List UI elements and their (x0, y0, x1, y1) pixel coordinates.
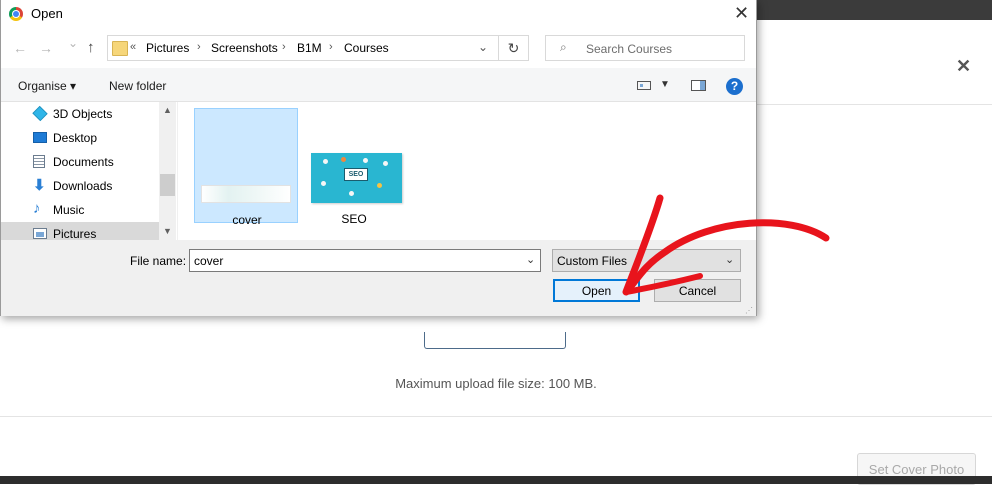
breadcrumb-b1m[interactable]: B1M (297, 41, 322, 55)
resize-grip-icon[interactable]: ⋰ (745, 306, 753, 315)
file-thumbnail: SEO (311, 153, 402, 203)
nav-item-label: Downloads (53, 179, 113, 193)
nav-item-label: Documents (53, 155, 114, 169)
nav-item-documents[interactable]: Documents (1, 150, 159, 174)
address-bar[interactable]: « Pictures › Screenshots › B1M › Courses… (107, 35, 499, 61)
search-placeholder: Search Courses (586, 42, 673, 56)
thumbnail-dot (363, 158, 368, 163)
scroll-down-icon[interactable]: ▼ (163, 226, 172, 236)
breadcrumb-separator-icon[interactable]: › (329, 41, 333, 53)
dialog-footer: File name: cover ⌄ Custom Files ⌄ Open C… (1, 240, 756, 316)
scroll-up-icon[interactable]: ▲ (163, 105, 172, 115)
dialog-title-bar[interactable]: Open ✕ (1, 0, 756, 28)
open-file-dialog: Open ✕ ← → ⌄ ↑ « Pictures › Screenshots … (0, 0, 757, 316)
desktop-icon (33, 132, 47, 143)
page-bottom-strip (0, 476, 992, 484)
max-upload-size-text: Maximum upload file size: 100 MB. (395, 376, 597, 391)
nav-item-label: Music (53, 203, 85, 217)
command-toolbar: Organise ▾ New folder ▼ ? (1, 68, 756, 102)
organise-menu-button[interactable]: Organise ▾ (18, 79, 76, 93)
document-icon (33, 155, 45, 168)
refresh-icon[interactable]: ↻ (499, 35, 529, 61)
file-name-value: cover (194, 254, 224, 268)
breadcrumb-courses[interactable]: Courses (344, 41, 389, 55)
nav-scrollbar[interactable]: ▲ ▼ (159, 102, 176, 240)
recent-locations-icon[interactable]: ⌄ (68, 36, 78, 50)
file-type-filter-value: Custom Files (557, 254, 628, 268)
file-name-label: cover (232, 213, 262, 227)
thumbnail-dot (321, 181, 326, 186)
nav-item-label: Pictures (53, 227, 97, 240)
thumbnail-dot (323, 159, 328, 164)
cancel-button[interactable]: Cancel (654, 279, 741, 302)
thumbnail-dot (341, 157, 346, 162)
modal-footer-divider (0, 416, 992, 417)
help-icon[interactable]: ? (726, 78, 743, 95)
preview-pane-icon[interactable] (691, 80, 706, 91)
close-icon[interactable]: ✕ (734, 3, 749, 24)
navigation-row: ← → ⌄ ↑ « Pictures › Screenshots › B1M ›… (1, 28, 756, 68)
chevron-down-icon[interactable]: ⌄ (526, 253, 535, 266)
nav-item-pictures[interactable]: Pictures (1, 222, 159, 240)
file-list-pane: cover SEO SEO (178, 102, 756, 240)
file-item-cover[interactable]: cover (194, 108, 298, 227)
forward-arrow-icon[interactable]: → (39, 40, 53, 56)
folder-icon (112, 41, 128, 56)
search-input[interactable]: ⌕ Search Courses (545, 35, 745, 61)
file-type-filter-select[interactable]: Custom Files ⌄ (552, 249, 741, 272)
breadcrumb-separator-icon[interactable]: › (197, 41, 201, 53)
music-note-icon: ♪ (33, 200, 41, 217)
breadcrumb-screenshots[interactable]: Screenshots (211, 41, 278, 55)
new-folder-button[interactable]: New folder (109, 79, 166, 93)
thumbnail-dot (377, 183, 382, 188)
view-dropdown-icon[interactable]: ▼ (660, 79, 670, 90)
view-options-icon[interactable] (637, 81, 651, 90)
pictures-icon (33, 228, 47, 239)
breadcrumb-pictures[interactable]: Pictures (146, 41, 189, 55)
navigation-pane: 3D Objects Desktop Documents ⬇ Downloads… (1, 102, 177, 240)
file-name-input[interactable]: cover ⌄ (189, 249, 541, 272)
nav-item-label: 3D Objects (53, 107, 113, 121)
file-name-label: SEO (341, 212, 367, 226)
upload-photo-button[interactable] (424, 332, 566, 349)
file-name-field-label: File name: (130, 254, 187, 268)
file-thumbnail (201, 185, 291, 203)
nav-item-label: Desktop (53, 131, 98, 145)
chevron-down-icon[interactable]: ⌄ (725, 253, 734, 266)
thumbnail-dot (349, 191, 354, 196)
nav-item-music[interactable]: ♪ Music (1, 198, 159, 222)
nav-item-3d-objects[interactable]: 3D Objects (1, 102, 159, 126)
up-folder-icon[interactable]: ↑ (87, 39, 95, 56)
dialog-title: Open (31, 6, 63, 21)
seo-thumbnail-badge: SEO (344, 168, 368, 181)
breadcrumb-separator-icon[interactable]: › (282, 41, 286, 53)
nav-item-desktop[interactable]: Desktop (1, 126, 159, 150)
thumbnail-dot (383, 161, 388, 166)
back-arrow-icon[interactable]: ← (13, 40, 27, 56)
search-icon: ⌕ (560, 40, 567, 54)
chevron-down-icon[interactable]: ⌄ (478, 40, 488, 54)
nav-item-downloads[interactable]: ⬇ Downloads (1, 174, 159, 198)
breadcrumb-overflow-icon[interactable]: « (130, 41, 136, 53)
scroll-thumb[interactable] (160, 174, 175, 196)
cube-icon (32, 105, 48, 122)
open-button[interactable]: Open (553, 279, 640, 302)
chrome-icon (9, 7, 23, 21)
download-arrow-icon: ⬇ (33, 177, 46, 194)
modal-close-icon[interactable]: ✕ (956, 56, 971, 77)
